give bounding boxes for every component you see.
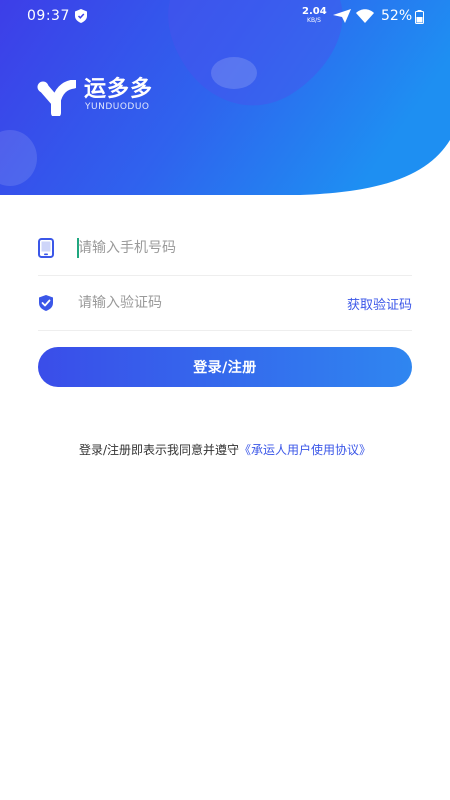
network-speed: 2.04 KB/S — [302, 6, 327, 24]
shield-icon — [75, 9, 87, 23]
logo-mark-icon — [36, 79, 79, 118]
wifi-icon — [356, 9, 374, 23]
shield-check-icon — [38, 293, 54, 313]
status-time: 09:37 — [27, 8, 70, 24]
phone-row — [38, 221, 412, 276]
battery-percent: 52% — [381, 8, 413, 24]
agreement-notice: 登录/注册即表示我同意并遵守《承运人用户使用协议》 — [0, 441, 450, 458]
brand-name: 运多多 — [84, 77, 154, 102]
battery-icon — [415, 10, 424, 24]
login-screen: 09:37 2.04 KB/S 52% 运多多 YUNDUODUO 请输入手机号… — [0, 0, 450, 800]
status-bar: 09:37 2.04 KB/S 52% — [0, 0, 450, 34]
brand-name-latin: YUNDUODUO — [85, 102, 150, 112]
phone-input[interactable] — [78, 235, 328, 261]
code-row: 获取验证码 — [38, 276, 412, 331]
get-code-button[interactable]: 获取验证码 — [347, 294, 412, 313]
mobile-phone-icon — [38, 238, 54, 258]
agreement-text: 登录/注册即表示我同意并遵守 — [78, 443, 240, 457]
airplane-mode-icon — [333, 9, 351, 23]
app-logo: 运多多 YUNDUODUO — [36, 78, 186, 118]
login-register-button[interactable]: 登录/注册 — [38, 347, 412, 387]
verification-code-input[interactable] — [78, 290, 328, 316]
agreement-link[interactable]: 《承运人用户使用协议》 — [239, 443, 371, 457]
